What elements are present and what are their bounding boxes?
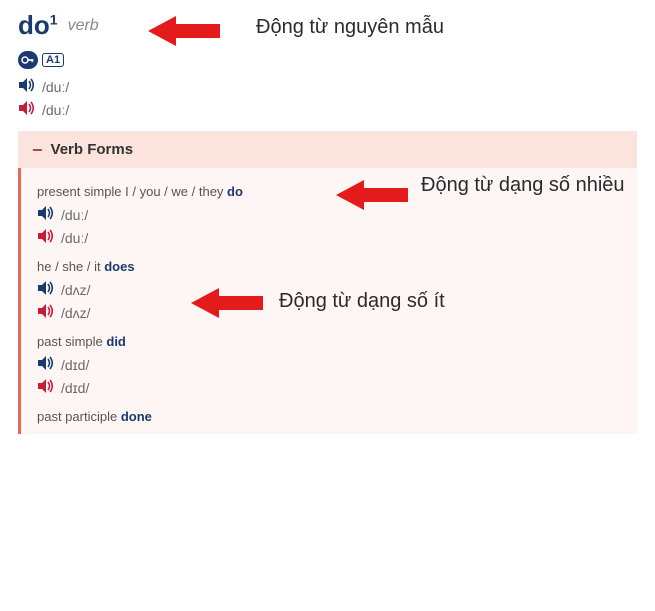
audio-icon[interactable] bbox=[18, 77, 36, 96]
verb-form-entry: past simple did /dɪd/ /dɪd/ bbox=[37, 334, 621, 397]
ipa-text: /duː/ bbox=[42, 79, 69, 95]
caption-infinitive: Động từ nguyên mẫu bbox=[256, 16, 444, 39]
audio-icon[interactable] bbox=[37, 228, 55, 247]
ipa-text: /duː/ bbox=[61, 230, 88, 246]
audio-icon[interactable] bbox=[37, 378, 55, 397]
form-label: past participle done bbox=[37, 409, 621, 424]
audio-icon[interactable] bbox=[37, 303, 55, 322]
part-of-speech: verb bbox=[68, 17, 99, 35]
key-icon bbox=[18, 51, 38, 69]
panel-title: Verb Forms bbox=[51, 141, 134, 158]
ipa-text: /dɪd/ bbox=[61, 380, 89, 396]
audio-icon[interactable] bbox=[37, 205, 55, 224]
form-label: he / she / it does bbox=[37, 259, 621, 274]
ipa-text: /dʌz/ bbox=[61, 305, 91, 321]
caption-plural: Động từ dạng số nhiều bbox=[421, 174, 631, 197]
verb-forms-panel: Động từ dạng số nhiều Động từ dạng số ít… bbox=[18, 168, 637, 434]
ipa-text: /duː/ bbox=[61, 207, 88, 223]
audio-icon[interactable] bbox=[37, 280, 55, 299]
homograph-number: 1 bbox=[50, 11, 58, 27]
caption-singular: Động từ dạng số ít bbox=[279, 290, 445, 313]
form-word: does bbox=[104, 259, 134, 274]
collapse-icon: − bbox=[32, 143, 43, 157]
form-word: done bbox=[121, 409, 152, 424]
ipa-text: /duː/ bbox=[42, 102, 69, 118]
audio-icon[interactable] bbox=[37, 355, 55, 374]
form-word: did bbox=[106, 334, 126, 349]
verb-forms-toggle[interactable]: − Verb Forms bbox=[18, 131, 637, 168]
headword-text: do bbox=[18, 10, 50, 40]
headword: do1 bbox=[18, 10, 58, 41]
form-label: past simple did bbox=[37, 334, 621, 349]
cefr-level-badge: A1 bbox=[42, 53, 64, 67]
verb-form-entry: past participle done bbox=[37, 409, 621, 424]
ipa-text: /dʌz/ bbox=[61, 282, 91, 298]
ipa-text: /dɪd/ bbox=[61, 357, 89, 373]
form-word: do bbox=[227, 184, 243, 199]
audio-icon[interactable] bbox=[18, 100, 36, 119]
